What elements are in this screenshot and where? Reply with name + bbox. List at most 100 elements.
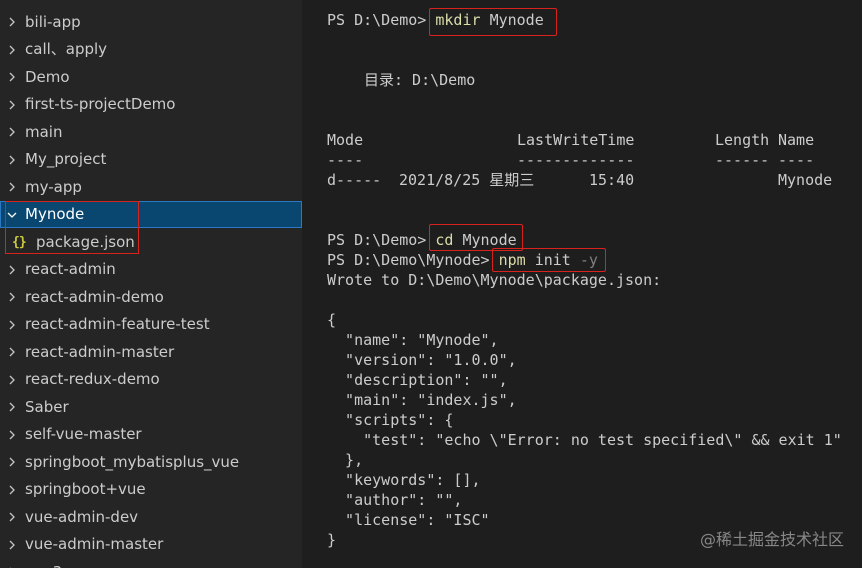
tree-folder-item[interactable]: Saber bbox=[0, 394, 302, 421]
json-output-line: "keywords": [], bbox=[327, 471, 481, 489]
chevron-right-icon bbox=[5, 36, 19, 63]
chevron-right-icon bbox=[5, 339, 19, 366]
tree-item-label: react-admin-demo bbox=[25, 287, 164, 306]
tree-folder-item[interactable]: self-vue-master bbox=[0, 421, 302, 448]
json-output-line: "version": "1.0.0", bbox=[327, 351, 517, 369]
json-output-line: "test": "echo \"Error: no test specified… bbox=[327, 431, 842, 449]
flag: -y bbox=[579, 251, 598, 269]
col-length: Length bbox=[715, 131, 770, 149]
table-header: Mode LastWriteTime Length Name bbox=[327, 130, 814, 150]
json-output-line: } bbox=[327, 531, 337, 549]
json-file-icon: {} bbox=[12, 234, 27, 250]
command: npm bbox=[498, 251, 526, 269]
json-output-line: "name": "Mynode", bbox=[327, 331, 499, 349]
tree-item-label: bili-app bbox=[25, 12, 81, 31]
col-mode: Mode bbox=[327, 131, 364, 149]
chevron-right-icon bbox=[5, 449, 19, 476]
prompt: PS D:\Demo> bbox=[327, 11, 427, 29]
chevron-down-icon bbox=[5, 201, 19, 228]
command: cd bbox=[435, 231, 454, 249]
sep-length: ------ bbox=[715, 151, 770, 169]
terminal-panel[interactable]: PS D:\Demo> mkdir Mynode 目录: D:\Demo Mod… bbox=[302, 0, 862, 568]
chevron-right-icon bbox=[5, 9, 19, 36]
tree-folder-item[interactable]: Demo bbox=[0, 64, 302, 91]
json-output-line: "scripts": { bbox=[327, 411, 454, 429]
json-output-line: { bbox=[327, 311, 337, 329]
tree-item-label: self-vue-master bbox=[25, 425, 142, 443]
table-separator: ---- ------------- ------ ---- bbox=[327, 150, 814, 170]
tree-item-label: springboot_mybatisplus_vue bbox=[25, 452, 240, 471]
argument: Mynode bbox=[462, 231, 517, 249]
tree-item-label: my-app bbox=[25, 177, 82, 196]
tree-folder-item[interactable]: main bbox=[0, 119, 302, 146]
tree-folder-item[interactable]: call、apply bbox=[0, 36, 302, 63]
col-name: Name bbox=[778, 131, 815, 149]
sep-name: ---- bbox=[778, 151, 815, 169]
chevron-right-icon bbox=[5, 174, 19, 201]
json-output-line: "description": "", bbox=[327, 371, 508, 389]
tree-folder-item[interactable]: My_project bbox=[0, 146, 302, 173]
tree-item-label: vue-admin-dev bbox=[25, 507, 139, 526]
tree-folder-item[interactable]: react-admin-demo bbox=[0, 284, 302, 311]
chevron-right-icon bbox=[5, 421, 19, 448]
wrote-output: Wrote to D:\Demo\Mynode\package.json: bbox=[327, 271, 662, 289]
terminal-line-npm-init: PS D:\Demo\Mynode> npm init -y bbox=[327, 250, 598, 270]
tree-item-label: react-admin bbox=[25, 260, 116, 278]
tree-folder-item[interactable]: first-ts-projectDemo bbox=[0, 91, 302, 118]
chevron-right-icon bbox=[5, 504, 19, 531]
tree-item-label: main bbox=[25, 122, 63, 141]
tree-item-label: Mynode bbox=[25, 205, 85, 223]
col-lastwritetime: LastWriteTime bbox=[517, 131, 635, 149]
row-time: 15:40 bbox=[589, 171, 635, 189]
explorer-sidebar: account-module bili-app call、apply Demo firs… bbox=[0, 0, 302, 568]
chevron-right-icon bbox=[5, 0, 19, 8]
tree-folder-item[interactable]: bili-app bbox=[0, 9, 302, 36]
tree-folder-item[interactable]: react-redux-demo bbox=[0, 366, 302, 393]
command: mkdir bbox=[435, 11, 481, 29]
json-output-line: "main": "index.js", bbox=[327, 391, 517, 409]
chevron-right-icon bbox=[5, 146, 19, 173]
tree-folder-item[interactable]: react-admin-master bbox=[0, 339, 302, 366]
tree-folder-item[interactable]: springboot+vue bbox=[0, 476, 302, 503]
chevron-right-icon bbox=[5, 394, 19, 421]
chevron-right-icon bbox=[5, 559, 19, 568]
tree-item-label: My_project bbox=[25, 150, 107, 168]
argument: init bbox=[534, 251, 571, 269]
tree-item-label: Demo bbox=[25, 67, 70, 86]
tree-item-label: call、apply bbox=[25, 40, 108, 58]
tree-folder-item[interactable]: vue-admin-dev bbox=[0, 504, 302, 531]
tree-folder-item[interactable]: react-admin bbox=[0, 256, 302, 283]
sep-lastwritetime: ------------- bbox=[517, 151, 635, 169]
tree-item-label: account-module bbox=[25, 0, 146, 8]
tree-folder-item[interactable]: vue-admin-master bbox=[0, 531, 302, 558]
argument: Mynode bbox=[489, 11, 544, 29]
tree-folder-item[interactable]: vue3 bbox=[0, 559, 302, 568]
row-date: 2021/8/25 星期三 bbox=[399, 171, 535, 189]
prompt: PS D:\Demo\Mynode> bbox=[327, 251, 490, 269]
tree-folder-item[interactable]: my-app bbox=[0, 174, 302, 201]
tree-folder-item[interactable]: react-admin-feature-test bbox=[0, 311, 302, 338]
chevron-right-icon bbox=[5, 64, 19, 91]
tree-file-item[interactable]: {} package.json bbox=[0, 229, 302, 256]
tree-item-label: springboot+vue bbox=[25, 480, 146, 498]
json-output-line: }, bbox=[327, 451, 364, 469]
dir-heading: 目录: D:\Demo bbox=[364, 71, 476, 89]
row-mode: d----- bbox=[327, 171, 382, 189]
chevron-right-icon bbox=[5, 311, 19, 338]
json-output-line: "author": "", bbox=[327, 491, 463, 509]
row-name: Mynode bbox=[778, 171, 833, 189]
chevron-right-icon bbox=[5, 284, 19, 311]
terminal-line-mkdir: PS D:\Demo> mkdir Mynode bbox=[327, 10, 544, 30]
tree-item-label: Saber bbox=[25, 397, 69, 416]
tree-item-label: vue-admin-master bbox=[25, 535, 164, 553]
chevron-right-icon bbox=[5, 476, 19, 503]
tree-folder-item[interactable]: springboot_mybatisplus_vue bbox=[0, 449, 302, 476]
chevron-right-icon bbox=[5, 256, 19, 283]
tree-folder-item[interactable]: account-module bbox=[0, 0, 302, 8]
tree-folder-item[interactable]: Mynode bbox=[0, 201, 302, 228]
terminal-line-cd: PS D:\Demo> cd Mynode bbox=[327, 230, 517, 250]
prompt: PS D:\Demo> bbox=[327, 231, 427, 249]
chevron-right-icon bbox=[5, 531, 19, 558]
tree-item-label: react-redux-demo bbox=[25, 370, 160, 388]
watermark: @稀土掘金技术社区 bbox=[699, 530, 844, 549]
